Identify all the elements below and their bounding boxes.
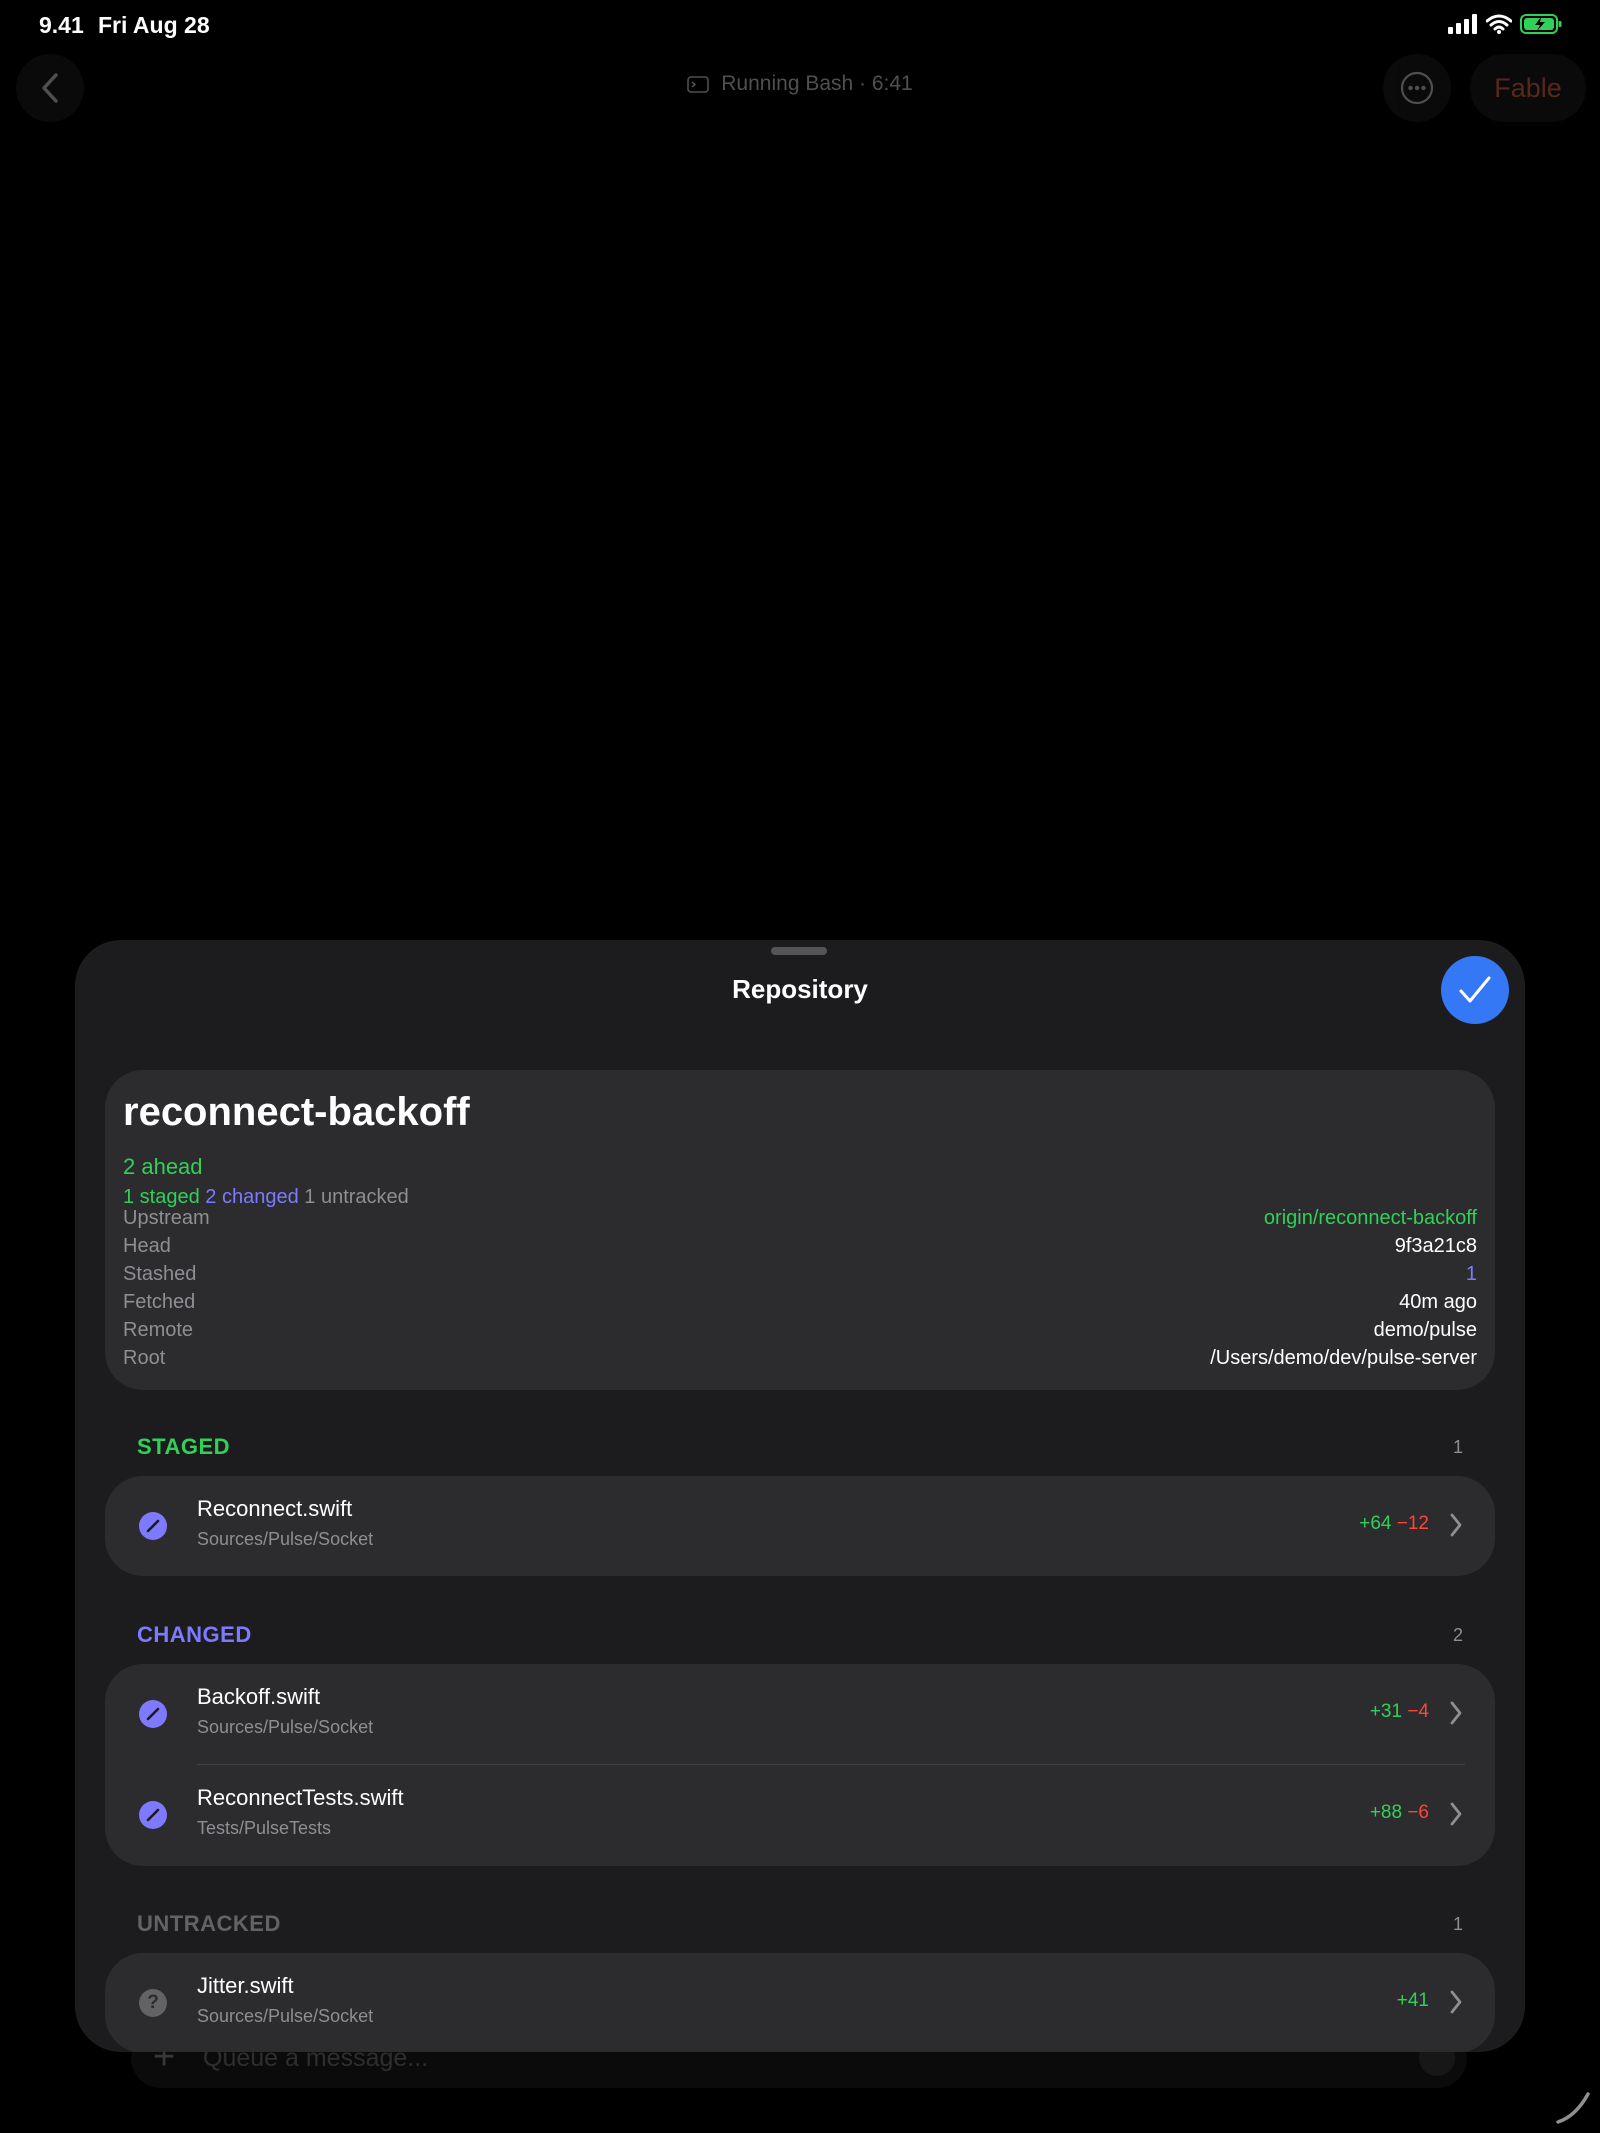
detail-key: Head [123,1235,171,1257]
chevron-right-icon [1450,1990,1462,2014]
session-title: Running Bash · 6:41 [0,72,1600,96]
wifi-icon [1486,14,1512,34]
branch-name: reconnect-backoff [123,1090,470,1134]
lines-added: +88 [1369,1802,1403,1823]
file-path: Sources/Pulse/Socket [197,2006,374,2026]
chevron-right-icon [1450,1802,1462,1826]
session-title-text: Running Bash · 6:41 [721,72,913,95]
file-path: Sources/Pulse/Socket [197,1529,374,1549]
untracked-file-icon: ? [139,1989,167,2017]
signal-icon [1448,14,1477,34]
untracked-section-label: UNTRACKED [137,1911,281,1936]
repository-sheet: Repository reconnect-backoff 2 ahead 1 s… [75,940,1525,2052]
staged-section-count: 1 [1452,1437,1463,1457]
chevron-right-icon [1450,1513,1462,1537]
file-stats: +88 −6 [1370,1802,1429,1824]
staged-files-card: Reconnect.swift Sources/Pulse/Socket +64… [105,1476,1495,1576]
checkmark-icon [1459,976,1491,1003]
file-stats: +41 [1397,1990,1429,2012]
resize-handle-icon[interactable] [1554,2086,1594,2126]
detail-row-root: Root /Users/demo/dev/pulse-server [123,1347,1477,1373]
status-date: Fri Aug 28 [98,12,210,38]
detail-key: Root [123,1347,166,1369]
detail-value: demo/pulse [1373,1319,1477,1341]
lines-removed: −4 [1407,1701,1429,1722]
detail-value: 9f3a21c8 [1394,1235,1477,1257]
changed-section-count: 2 [1452,1625,1463,1645]
chevron-right-icon [1450,1701,1462,1725]
lines-removed: −12 [1396,1513,1429,1534]
changed-files-card: Backoff.swift Sources/Pulse/Socket +31 −… [105,1664,1495,1866]
more-icon [1400,71,1434,105]
file-path: Sources/Pulse/Socket [197,1717,374,1737]
file-stats: +31 −4 [1370,1701,1429,1723]
lines-added: +31 [1369,1701,1403,1722]
changed-section-label: CHANGED [137,1622,252,1647]
detail-value: 40m ago [1399,1291,1477,1313]
detail-value: origin/reconnect-backoff [1263,1207,1477,1229]
modified-file-icon [139,1700,167,1728]
done-button[interactable] [1441,956,1509,1024]
branch-summary-card: reconnect-backoff 2 ahead 1 staged 2 cha… [105,1070,1495,1390]
untracked-count: 1 untracked [304,1186,409,1208]
untracked-files-card: ? Jitter.swift Sources/Pulse/Socket +41 [105,1953,1495,2052]
more-button[interactable] [1383,54,1451,122]
modified-file-icon [139,1512,167,1540]
status-icons [1448,14,1562,34]
detail-row-upstream: Upstream origin/reconnect-backoff [123,1207,1477,1233]
changed-count: 2 changed [205,1186,299,1208]
file-path: Tests/PulseTests [197,1818,332,1838]
detail-key: Stashed [123,1263,197,1285]
detail-key: Upstream [123,1207,210,1229]
file-row[interactable]: ? Jitter.swift Sources/Pulse/Socket +41 [105,1953,1495,2052]
file-name: Jitter.swift [197,1973,294,1998]
battery-icon [1520,14,1562,34]
detail-row-head: Head 9f3a21c8 [123,1235,1477,1261]
file-row[interactable]: Reconnect.swift Sources/Pulse/Socket +64… [105,1476,1495,1576]
detail-row-fetched: Fetched 40m ago [123,1291,1477,1317]
ahead-count: 2 ahead [123,1154,203,1179]
file-row[interactable]: ReconnectTests.swift Tests/PulseTests +8… [105,1765,1495,1865]
sheet-grabber[interactable] [771,947,827,955]
status-time: 9.41 [39,12,84,38]
untracked-section-count: 1 [1452,1914,1463,1934]
detail-row-remote: Remote demo/pulse [123,1319,1477,1345]
change-counts: 1 staged 2 changed 1 untracked [123,1186,409,1209]
status-bar: 9.41 Fri Aug 28 [0,0,1600,50]
fable-button[interactable]: Fable [1470,54,1586,122]
detail-row-stashed: Stashed 1 [123,1263,1477,1289]
staged-count: 1 staged [123,1186,200,1208]
top-bar: Running Bash · 6:41 Fable [0,50,1600,122]
staged-section-label: STAGED [137,1434,231,1459]
terminal-icon [687,75,710,93]
file-row[interactable]: Backoff.swift Sources/Pulse/Socket +31 −… [105,1664,1495,1764]
file-name: ReconnectTests.swift [197,1785,404,1810]
detail-value: /Users/demo/dev/pulse-server [1210,1347,1477,1369]
sheet-title: Repository [732,974,868,1004]
file-name: Reconnect.swift [197,1496,353,1521]
detail-key: Remote [123,1319,194,1341]
modified-file-icon [139,1801,167,1829]
lines-removed: −6 [1407,1802,1429,1823]
file-stats: +64 −12 [1359,1513,1429,1535]
detail-value: 1 [1465,1263,1477,1285]
file-name: Backoff.swift [197,1684,321,1709]
lines-added: +41 [1396,1990,1429,2011]
detail-key: Fetched [123,1291,196,1313]
lines-added: +64 [1359,1513,1392,1534]
